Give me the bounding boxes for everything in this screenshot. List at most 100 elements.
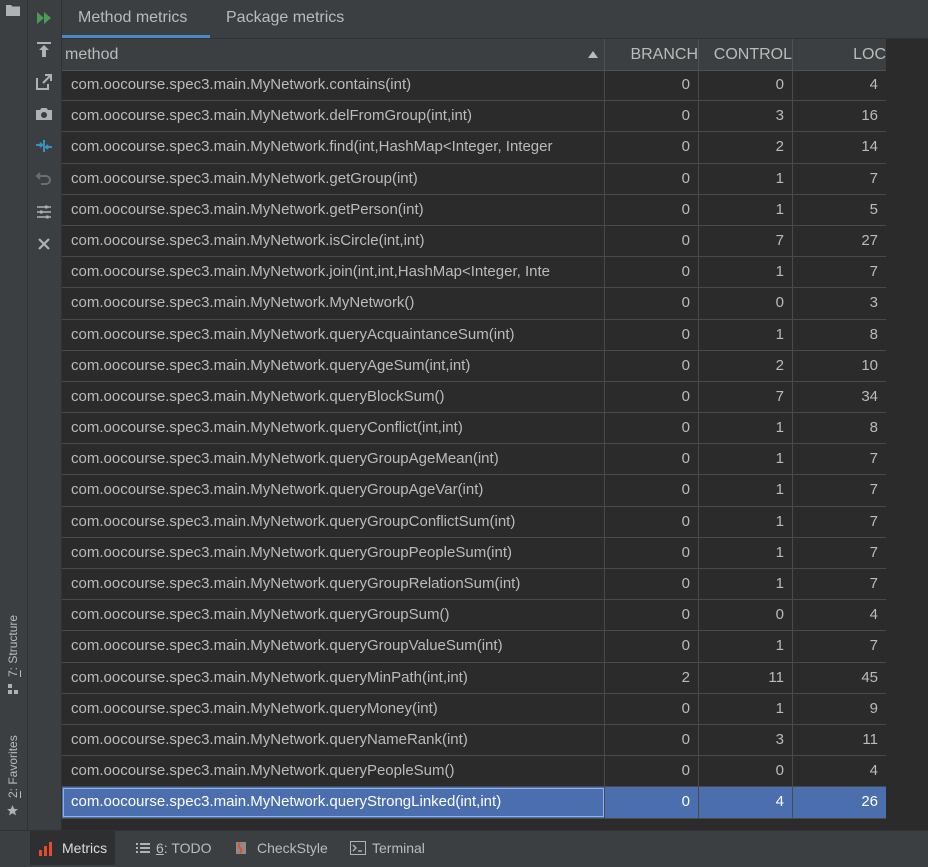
bottom-tab-terminal[interactable]: Terminal bbox=[342, 831, 433, 865]
branch-cell: 0 bbox=[605, 319, 699, 350]
control-cell: 11 bbox=[699, 662, 793, 693]
method-cell: com.oocourse.spec3.main.MyNetwork.queryA… bbox=[62, 350, 605, 381]
control-cell: 1 bbox=[699, 475, 793, 506]
branch-cell: 2 bbox=[605, 662, 699, 693]
metrics-tabs-bar: Method metrics Package metrics bbox=[62, 0, 928, 39]
branch-cell: 0 bbox=[605, 787, 699, 818]
method-cell: com.oocourse.spec3.main.MyNetwork.getGro… bbox=[62, 163, 605, 194]
column-header-branch[interactable]: BRANCH bbox=[605, 39, 699, 70]
column-header-method[interactable]: method bbox=[62, 39, 605, 70]
bottom-tab-todo[interactable]: 6: TODO bbox=[128, 831, 220, 865]
column-header-method-label: method bbox=[65, 46, 119, 63]
undo-button[interactable] bbox=[34, 168, 54, 188]
run-icon bbox=[37, 12, 51, 24]
loc-cell: 7 bbox=[869, 512, 878, 530]
table-row[interactable]: com.oocourse.spec3.main.MyNetwork.queryC… bbox=[62, 413, 886, 445]
snapshot-button[interactable] bbox=[34, 104, 54, 124]
table-row[interactable]: com.oocourse.spec3.main.MyNetwork.queryB… bbox=[62, 381, 886, 414]
bottom-tab-checkstyle[interactable]: CheckStyle bbox=[227, 831, 336, 865]
loc-cell: 34 bbox=[861, 387, 878, 405]
tab-method-metrics[interactable]: Method metrics bbox=[62, 0, 210, 38]
loc-cell: 3 bbox=[869, 294, 878, 312]
table-row[interactable]: com.oocourse.spec3.main.MyNetwork.queryG… bbox=[62, 569, 886, 601]
table-row[interactable]: com.oocourse.spec3.main.MyNetwork.getPer… bbox=[62, 194, 886, 226]
control-cell: 1 bbox=[699, 444, 793, 475]
branch-cell: 0 bbox=[605, 350, 699, 381]
table-row[interactable]: com.oocourse.spec3.main.MyNetwork.getGro… bbox=[62, 163, 886, 195]
table-row[interactable]: com.oocourse.spec3.main.MyNetwork.queryM… bbox=[62, 662, 886, 694]
method-cell: com.oocourse.spec3.main.MyNetwork.queryG… bbox=[62, 537, 605, 568]
loc-cell: 7 bbox=[869, 543, 878, 561]
favorites-tab-number: 2 bbox=[6, 791, 20, 798]
method-cell: com.oocourse.spec3.main.MyNetwork.queryM… bbox=[62, 693, 605, 724]
close-button[interactable] bbox=[34, 234, 54, 254]
favorites-tab[interactable]: 2: Favorites bbox=[2, 722, 24, 817]
table-row[interactable]: com.oocourse.spec3.main.MyNetwork.queryG… bbox=[62, 537, 886, 569]
table-row[interactable]: com.oocourse.spec3.main.MyNetwork.queryG… bbox=[62, 444, 886, 476]
table-body: com.oocourse.spec3.main.MyNetwork.contai… bbox=[62, 70, 886, 819]
method-cell: com.oocourse.spec3.main.MyNetwork.find(i… bbox=[62, 132, 605, 163]
loc-cell: 10 bbox=[861, 356, 878, 374]
table-row[interactable]: com.oocourse.spec3.main.MyNetwork.MyNetw… bbox=[62, 288, 886, 320]
method-cell: com.oocourse.spec3.main.MyNetwork.queryP… bbox=[62, 756, 605, 787]
compare-button[interactable] bbox=[34, 136, 54, 156]
structure-tab-label: : Structure bbox=[6, 614, 20, 671]
table-row[interactable]: com.oocourse.spec3.main.MyNetwork.queryS… bbox=[62, 787, 886, 819]
table-header: method BRANCH CONTROL LOC bbox=[62, 39, 886, 71]
method-cell: com.oocourse.spec3.main.MyNetwork.queryG… bbox=[62, 475, 605, 506]
method-cell: com.oocourse.spec3.main.MyNetwork.queryG… bbox=[62, 569, 605, 600]
close-icon bbox=[38, 238, 50, 250]
loc-cell: 26 bbox=[861, 793, 878, 811]
method-cell: com.oocourse.spec3.main.MyNetwork.isCirc… bbox=[62, 225, 605, 257]
table-row[interactable]: com.oocourse.spec3.main.MyNetwork.queryG… bbox=[62, 506, 886, 538]
branch-cell: 0 bbox=[605, 163, 699, 194]
loc-cell: 27 bbox=[861, 231, 878, 249]
loc-cell: 7 bbox=[869, 637, 878, 655]
table-row[interactable]: com.oocourse.spec3.main.MyNetwork.queryM… bbox=[62, 693, 886, 725]
method-cell: com.oocourse.spec3.main.MyNetwork.queryG… bbox=[62, 600, 605, 631]
table-row[interactable]: com.oocourse.spec3.main.MyNetwork.queryG… bbox=[62, 631, 886, 663]
bottom-tab-metrics[interactable]: Metrics bbox=[30, 831, 116, 865]
structure-tab[interactable]: 7: Structure bbox=[2, 600, 24, 695]
control-cell: 3 bbox=[699, 724, 793, 756]
tab-package-metrics[interactable]: Package metrics bbox=[210, 0, 370, 38]
loc-cell: 11 bbox=[862, 730, 878, 748]
method-cell: com.oocourse.spec3.main.MyNetwork.queryM… bbox=[62, 662, 605, 693]
table-row[interactable]: com.oocourse.spec3.main.MyNetwork.contai… bbox=[62, 70, 886, 102]
column-header-control[interactable]: CONTROL bbox=[699, 39, 793, 70]
control-cell: 0 bbox=[699, 600, 793, 631]
terminal-icon bbox=[350, 841, 366, 855]
list-icon bbox=[136, 843, 150, 853]
table-row[interactable]: com.oocourse.spec3.main.MyNetwork.queryN… bbox=[62, 724, 886, 757]
loc-cell: 9 bbox=[869, 699, 878, 717]
snapshot-icon bbox=[36, 108, 52, 120]
table-row[interactable]: com.oocourse.spec3.main.MyNetwork.queryP… bbox=[62, 756, 886, 788]
branch-cell: 0 bbox=[605, 413, 699, 444]
column-header-loc[interactable]: LOC bbox=[793, 39, 886, 70]
bottom-tab-terminal-label: Terminal bbox=[372, 840, 425, 856]
method-cell: com.oocourse.spec3.main.MyNetwork.queryG… bbox=[62, 444, 605, 475]
loc-cell: 7 bbox=[869, 263, 878, 281]
structure-icon bbox=[8, 684, 18, 694]
table-row[interactable]: com.oocourse.spec3.main.MyNetwork.queryA… bbox=[62, 350, 886, 382]
control-cell: 1 bbox=[699, 693, 793, 724]
table-row[interactable]: com.oocourse.spec3.main.MyNetwork.delFro… bbox=[62, 101, 886, 133]
method-cell: com.oocourse.spec3.main.MyNetwork.MyNetw… bbox=[62, 288, 605, 319]
loc-cell: 5 bbox=[869, 200, 878, 218]
open-in-new-button[interactable] bbox=[34, 72, 54, 92]
run-button[interactable] bbox=[34, 8, 54, 28]
settings-button[interactable] bbox=[34, 202, 54, 222]
method-metrics-table: method BRANCH CONTROL LOC com.oocourse.s… bbox=[62, 39, 886, 830]
folder-icon[interactable] bbox=[6, 4, 20, 16]
table-row[interactable]: com.oocourse.spec3.main.MyNetwork.find(i… bbox=[62, 132, 886, 164]
control-cell: 4 bbox=[699, 787, 793, 818]
export-button[interactable] bbox=[34, 40, 54, 60]
table-row[interactable]: com.oocourse.spec3.main.MyNetwork.queryG… bbox=[62, 600, 886, 632]
table-row[interactable]: com.oocourse.spec3.main.MyNetwork.isCirc… bbox=[62, 225, 886, 258]
loc-cell: 4 bbox=[869, 76, 878, 93]
table-row[interactable]: com.oocourse.spec3.main.MyNetwork.queryG… bbox=[62, 475, 886, 507]
loc-cell: 4 bbox=[869, 606, 878, 624]
table-row[interactable]: com.oocourse.spec3.main.MyNetwork.join(i… bbox=[62, 257, 886, 289]
table-row[interactable]: com.oocourse.spec3.main.MyNetwork.queryA… bbox=[62, 319, 886, 351]
branch-cell: 0 bbox=[605, 194, 699, 225]
